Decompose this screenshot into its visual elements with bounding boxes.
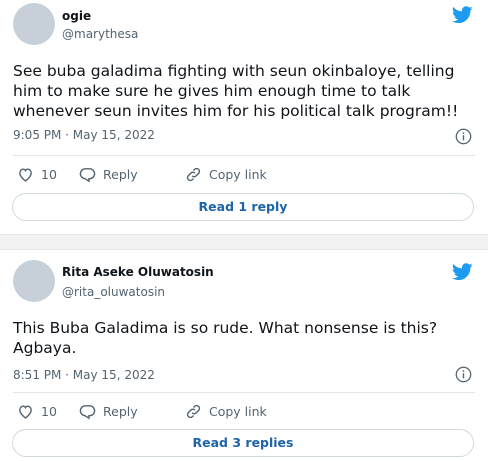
twitter-bird-icon[interactable]	[452, 263, 473, 281]
reply-label: Reply	[103, 403, 138, 419]
tweet-actions: 10 Reply Copy link	[17, 401, 267, 421]
like-count: 10	[41, 403, 57, 419]
reply-icon	[79, 404, 96, 420]
link-icon	[186, 167, 201, 181]
heart-icon	[19, 404, 32, 419]
copy-link-label: Copy link	[209, 166, 267, 182]
avatar[interactable]	[13, 260, 55, 302]
reply-icon	[79, 167, 96, 183]
read-replies-button[interactable]: Read 1 reply	[12, 193, 474, 221]
reply-button[interactable]: Reply	[79, 403, 185, 420]
copy-link-button[interactable]: Copy link	[185, 166, 267, 183]
tweet-text: See buba galadima fighting with seun oki…	[13, 62, 459, 120]
like-button[interactable]: 10	[17, 166, 79, 183]
twitter-bird-icon[interactable]	[452, 6, 473, 24]
divider	[13, 155, 475, 156]
info-icon[interactable]	[455, 366, 472, 383]
copy-link-button[interactable]: Copy link	[185, 403, 267, 420]
tweet-actions: 10 Reply Copy link	[17, 164, 267, 184]
tweet-separator	[0, 234, 488, 250]
info-icon[interactable]	[455, 128, 472, 145]
tweet-card: ogie @marythesa See buba galadima fighti…	[0, 0, 488, 234]
author-name[interactable]: ogie	[62, 9, 91, 23]
author-name[interactable]: Rita Aseke Oluwatosin	[62, 265, 214, 279]
reply-button[interactable]: Reply	[79, 166, 185, 183]
author-handle[interactable]: @marythesa	[62, 27, 138, 41]
read-replies-button[interactable]: Read 3 replies	[12, 429, 474, 457]
divider	[13, 392, 475, 393]
like-count: 10	[41, 166, 57, 182]
avatar[interactable]	[13, 3, 55, 45]
author-handle[interactable]: @rita_oluwatosin	[62, 285, 165, 299]
copy-link-label: Copy link	[209, 403, 267, 419]
heart-icon	[19, 167, 32, 182]
tweet-text: This Buba Galadima is so rude. What nons…	[13, 319, 438, 357]
tweet-timestamp[interactable]: 8:51 PM · May 15, 2022	[13, 368, 155, 382]
like-button[interactable]: 10	[17, 403, 79, 420]
link-icon	[186, 404, 201, 418]
tweet-timestamp[interactable]: 9:05 PM · May 15, 2022	[13, 128, 155, 142]
reply-label: Reply	[103, 166, 138, 182]
tweet-card: Rita Aseke Oluwatosin @rita_oluwatosin T…	[0, 250, 488, 461]
